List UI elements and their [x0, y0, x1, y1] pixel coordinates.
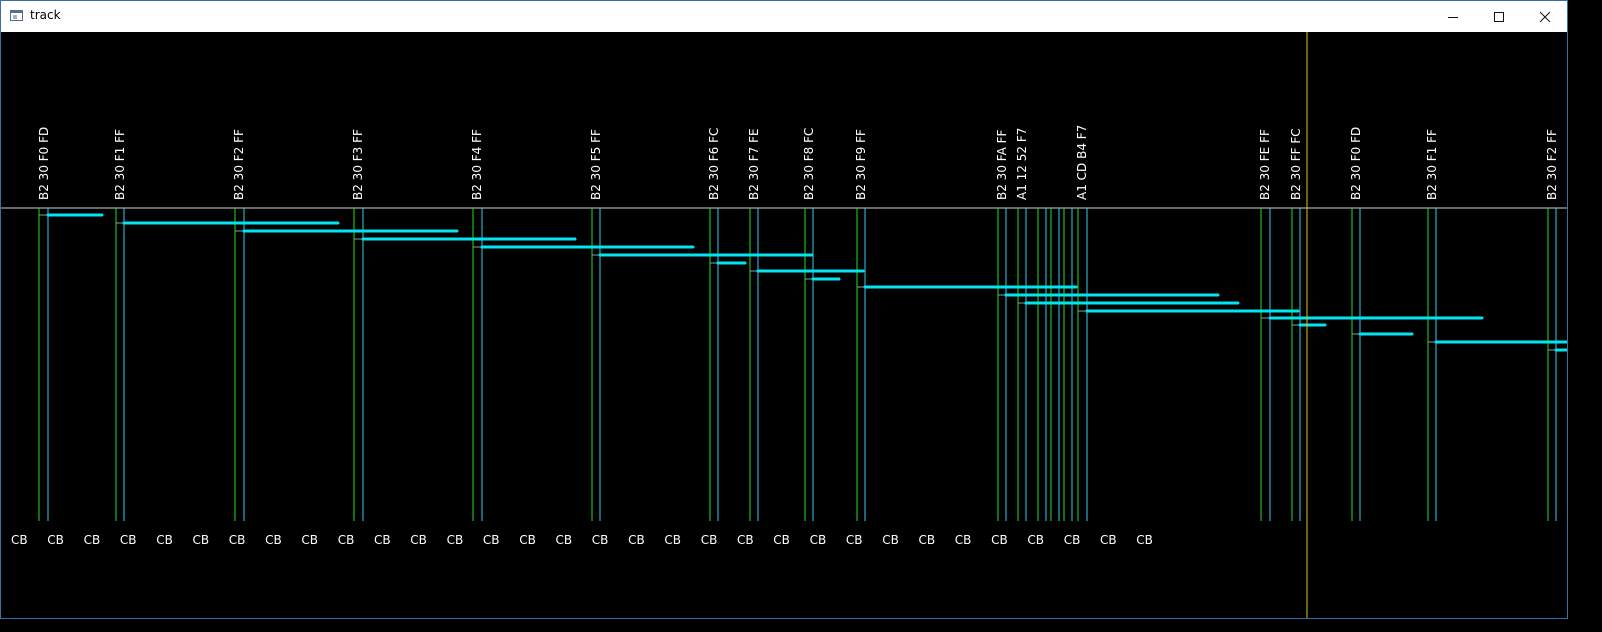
bottom-label: CB: [991, 533, 1008, 547]
bottom-label: CB: [47, 533, 64, 547]
marker-label: A1 CD B4 F7: [1075, 125, 1089, 200]
marker-label: B2 30 F1 FF: [113, 129, 127, 200]
marker-label: B2 30 F3 FF: [351, 129, 365, 200]
bottom-label: CB: [338, 533, 355, 547]
marker-label: B2 30 F2 FF: [1545, 129, 1559, 200]
bottom-label: CB: [628, 533, 645, 547]
marker-label: B2 30 F6 FC: [707, 128, 721, 200]
bottom-label: CB: [919, 533, 936, 547]
bottom-label: CB: [592, 533, 609, 547]
close-button[interactable]: [1522, 1, 1567, 32]
bottom-label: CB: [193, 533, 210, 547]
marker-label: B2 30 F0 FD: [1349, 127, 1363, 200]
bottom-label: CB: [1064, 533, 1081, 547]
marker-label: B2 30 F1 FF: [1425, 129, 1439, 200]
bottom-label: CB: [701, 533, 718, 547]
window-title: track: [30, 8, 61, 22]
bottom-label: CB: [556, 533, 573, 547]
bottom-label: CB: [519, 533, 536, 547]
marker-label: B2 30 F2 FF: [232, 129, 246, 200]
minimize-icon: [1448, 16, 1458, 18]
marker-label: B2 30 F0 FD: [37, 127, 51, 200]
close-icon: [1539, 11, 1551, 22]
bottom-label: CB: [410, 533, 427, 547]
bottom-label: CB: [1100, 533, 1117, 547]
bottom-label: CB: [773, 533, 790, 547]
track-plot[interactable]: B2 30 F0 FD B2 30 F1 FF B2 30 F2 FF B2 30 F…: [1, 32, 1567, 618]
bottom-label: CB: [882, 533, 899, 547]
bottom-label: CB: [11, 533, 28, 547]
bottom-label: CB: [810, 533, 827, 547]
bottom-label: CB: [84, 533, 101, 547]
title-bar[interactable]: track: [1, 1, 1567, 32]
bottom-label: CB: [846, 533, 863, 547]
bottom-label: CB: [1027, 533, 1044, 547]
bottom-label: CB: [120, 533, 137, 547]
track-canvas[interactable]: B2 30 F0 FD B2 30 F1 FF B2 30 F2 FF B2 30 F…: [1, 32, 1567, 618]
track-window: track B2 30 F0 FD B2 30 F1 FF B2 30 F2 FF B…: [0, 0, 1568, 619]
marker-label: B2 30 FE FF: [1258, 129, 1272, 200]
marker-label: B2 30 F4 FF: [470, 129, 484, 200]
marker-label: A1 12 52 F7: [1015, 128, 1029, 200]
bottom-label: CB: [664, 533, 681, 547]
bottom-label: CB: [1136, 533, 1153, 547]
bottom-label: CB: [156, 533, 173, 547]
maximize-button[interactable]: [1476, 1, 1522, 32]
bottom-label: CB: [483, 533, 500, 547]
bottom-label: CB: [301, 533, 318, 547]
marker-label: B2 30 FA FF: [995, 130, 1009, 200]
marker-label: B2 30 F8 FC: [802, 128, 816, 200]
minimize-button[interactable]: [1430, 1, 1476, 32]
marker-label: B2 30 FF FC: [1289, 128, 1303, 200]
marker-label: B2 30 F5 FF: [589, 129, 603, 200]
bottom-label: CB: [737, 533, 754, 547]
bottom-label: CB: [447, 533, 464, 547]
bottom-label: CB: [265, 533, 282, 547]
bottom-label: CB: [374, 533, 391, 547]
maximize-icon: [1494, 11, 1504, 22]
marker-label: B2 30 F9 FF: [854, 129, 868, 200]
bottom-label: CB: [955, 533, 972, 547]
marker-label: B2 30 F7 FE: [747, 128, 761, 200]
bottom-label: CB: [229, 533, 246, 547]
app-window-icon: [10, 10, 23, 21]
